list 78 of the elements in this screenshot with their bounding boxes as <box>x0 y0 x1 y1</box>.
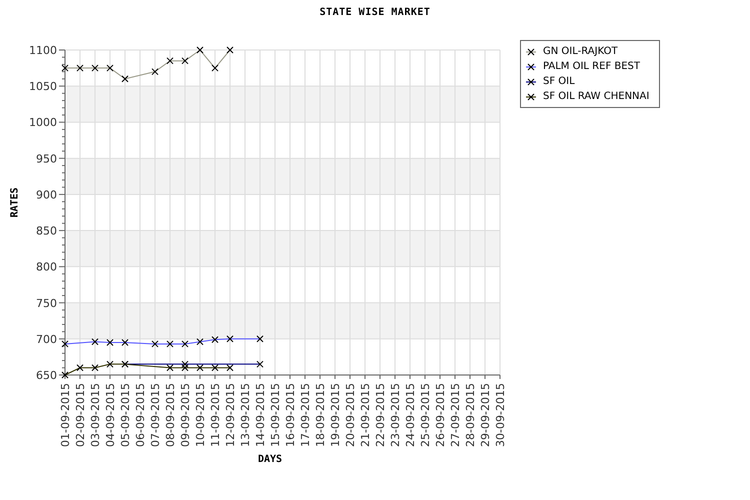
data-point <box>92 338 98 346</box>
x-tick-label: 20-09-2015 <box>344 383 357 447</box>
y-tick-label: 1000 <box>30 116 57 130</box>
y-tick-label: 750 <box>36 296 57 310</box>
chart-title: STATE WISE MARKET <box>318 6 432 20</box>
data-point <box>122 75 128 82</box>
data-point <box>226 46 234 54</box>
x-tick-label: 15-09-2015 <box>269 383 282 447</box>
data-point <box>256 360 264 368</box>
data-point <box>76 64 84 72</box>
data-point <box>226 335 234 342</box>
x-axis-title: DAYS <box>258 454 282 465</box>
data-point <box>166 340 174 348</box>
x-tick-label: 09-09-2015 <box>179 383 192 447</box>
data-point <box>62 64 68 72</box>
data-point <box>166 57 174 64</box>
data-point <box>196 46 204 54</box>
data-point <box>106 360 114 368</box>
y-tick-label: 950 <box>36 152 57 166</box>
x-tick-label: 16-09-2015 <box>284 383 297 447</box>
x-tick-label: 24-09-2015 <box>404 383 417 447</box>
x-tick-label: 13-09-2015 <box>239 383 252 447</box>
y-tick-label: 700 <box>36 332 57 346</box>
x-tick-label: 25-09-2015 <box>419 383 432 447</box>
data-point <box>182 340 188 348</box>
data-point <box>212 336 218 344</box>
data-point <box>196 364 204 372</box>
data-point <box>212 364 218 372</box>
legend-label: GN OIL-RAJKOT <box>543 46 618 57</box>
y-tick-label: 1050 <box>30 80 57 94</box>
x-tick-label: 01-09-2015 <box>59 383 72 447</box>
data-point <box>122 339 128 346</box>
x-tick-label: 14-09-2015 <box>254 383 267 447</box>
legend-label: SF OIL RAW CHENNAI <box>543 91 650 102</box>
y-axis-title: RATES <box>10 187 20 218</box>
x-tick-label: 04-09-2015 <box>104 383 117 447</box>
legend-label: SF OIL <box>543 76 575 87</box>
data-point <box>62 372 68 378</box>
data-point <box>106 64 114 72</box>
y-tick-label: 1100 <box>30 44 57 57</box>
x-tick-label: 05-09-2015 <box>119 383 132 447</box>
data-point <box>226 364 234 372</box>
x-tick-label: 23-09-2015 <box>389 383 402 447</box>
x-tick-label: 28-09-2015 <box>464 383 477 447</box>
data-point <box>76 364 84 372</box>
y-tick-label: 900 <box>36 188 57 202</box>
x-tick-label: 22-09-2015 <box>374 383 387 447</box>
x-tick-label: 03-09-2015 <box>89 383 102 447</box>
x-tick-label: 18-09-2015 <box>314 383 327 447</box>
x-tick-label: 08-09-2015 <box>164 383 177 447</box>
y-tick-label: 650 <box>36 369 57 382</box>
data-point <box>256 335 264 342</box>
data-point <box>182 57 188 64</box>
data-point <box>212 64 218 72</box>
y-tick-label: 800 <box>36 260 57 274</box>
data-point <box>152 68 158 76</box>
x-tick-label: 26-09-2015 <box>434 383 447 447</box>
x-tick-label: 10-09-2015 <box>194 383 207 447</box>
x-tick-label: 06-09-2015 <box>134 383 147 447</box>
x-tick-label: 11-09-2015 <box>209 383 222 447</box>
data-point <box>106 339 114 346</box>
data-point <box>166 364 174 372</box>
data-point <box>152 340 158 348</box>
x-tick-label: 19-09-2015 <box>329 383 342 447</box>
x-tick-label: 30-09-2015 <box>494 383 507 447</box>
y-tick-label: 850 <box>36 224 57 238</box>
x-tick-label: 21-09-2015 <box>359 383 372 447</box>
data-point <box>92 64 98 72</box>
data-point <box>196 338 204 346</box>
data-point <box>62 340 68 348</box>
x-tick-label: 27-09-2015 <box>449 383 462 447</box>
data-point <box>92 364 98 372</box>
x-tick-label: 07-09-2015 <box>149 383 162 447</box>
x-tick-label: 02-09-2015 <box>74 383 87 447</box>
x-tick-label: 12-09-2015 <box>224 383 237 447</box>
x-tick-label: 29-09-2015 <box>479 383 492 447</box>
x-tick-label: 17-09-2015 <box>299 383 312 447</box>
legend-label: PALM OIL REF BEST <box>543 61 640 72</box>
